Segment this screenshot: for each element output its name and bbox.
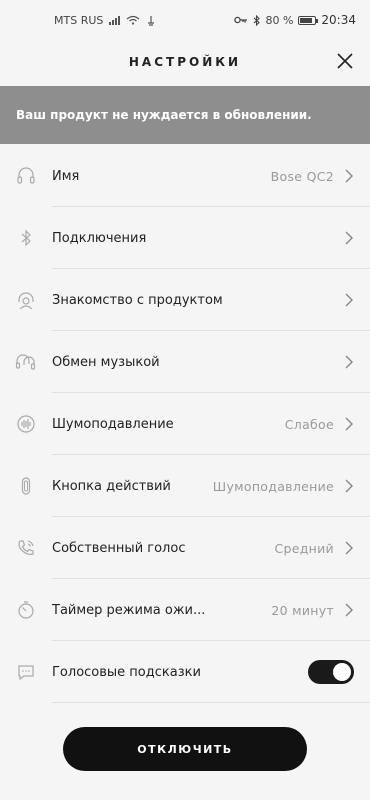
settings-item-label: Собственный голос: [52, 540, 186, 556]
settings-item-value: Bose QC2: [270, 168, 334, 184]
settings-item-label: Голосовые подсказки: [52, 664, 201, 680]
action-button-icon: [15, 475, 37, 497]
header: НАСТРОЙКИ: [0, 40, 370, 84]
settings-list: Имя Bose QC2 Подключения Знакомство с пр…: [0, 145, 370, 703]
chevron-right-icon: [345, 169, 353, 183]
toggle-knob: [333, 663, 351, 681]
settings-item-own-voice[interactable]: Собственный голос Средний: [0, 517, 370, 579]
status-left: MTS RUS: [54, 14, 156, 27]
chevron-right-icon: [345, 479, 353, 493]
update-status-banner: Ваш продукт не нуждается в обновлении.: [0, 86, 370, 144]
settings-item-product-tour[interactable]: Знакомство с продуктом: [0, 269, 370, 331]
chat-bubble-icon: [15, 661, 37, 683]
settings-item-name[interactable]: Имя Bose QC2: [0, 145, 370, 207]
location-icon: [148, 15, 155, 26]
timer-icon: [15, 599, 37, 621]
headset-person-icon: [15, 289, 37, 311]
update-status-text: Ваш продукт не нуждается в обновлении.: [16, 108, 312, 122]
settings-item-value: 20 минут: [271, 602, 334, 618]
battery-icon: [298, 15, 319, 25]
close-icon[interactable]: [334, 50, 356, 72]
headphones-icon: [15, 165, 37, 187]
settings-item-label: Знакомство с продуктом: [52, 292, 223, 308]
settings-item-value: Шумоподавление: [212, 478, 334, 494]
settings-item-noise-cancellation[interactable]: Шумоподавление Слабое: [0, 393, 370, 455]
chevron-right-icon: [345, 293, 353, 307]
chevron-right-icon: [345, 603, 353, 617]
chevron-right-icon: [345, 231, 353, 245]
settings-item-label: Обмен музыкой: [52, 354, 160, 370]
key-icon: [234, 16, 248, 24]
bluetooth-status-icon: [254, 14, 261, 26]
clock: 20:34: [321, 13, 356, 27]
divider: [52, 702, 370, 703]
voice-prompts-toggle[interactable]: [308, 660, 354, 684]
music-share-icon: [15, 351, 37, 373]
settings-item-value: Средний: [274, 540, 334, 556]
status-right: 80 % 20:34: [234, 13, 356, 27]
settings-item-music-share[interactable]: Обмен музыкой: [0, 331, 370, 393]
bluetooth-icon: [15, 227, 37, 249]
wifi-icon: [126, 15, 140, 25]
chevron-right-icon: [345, 417, 353, 431]
settings-item-label: Имя: [52, 168, 80, 184]
settings-item-label: Шумоподавление: [52, 416, 174, 432]
settings-item-value: Слабое: [284, 416, 334, 432]
settings-item-label: Таймер режима ожи...: [52, 602, 206, 618]
battery-percent: 80 %: [265, 13, 294, 27]
noise-cancel-icon: [15, 413, 37, 435]
settings-item-label: Кнопка действий: [52, 478, 171, 494]
settings-item-action-button[interactable]: Кнопка действий Шумоподавление: [0, 455, 370, 517]
settings-item-voice-prompts: Голосовые подсказки: [0, 641, 370, 703]
chevron-right-icon: [345, 541, 353, 555]
page-title: НАСТРОЙКИ: [128, 55, 242, 69]
status-bar: MTS RUS 80 % 20:34: [0, 0, 370, 40]
chevron-right-icon: [345, 355, 353, 369]
settings-item-label: Подключения: [52, 230, 147, 246]
signal-icon: [109, 15, 121, 25]
disconnect-button[interactable]: ОТКЛЮЧИТЬ: [63, 727, 307, 771]
settings-item-connections[interactable]: Подключения: [0, 207, 370, 269]
carrier-label: MTS RUS: [54, 13, 104, 27]
settings-item-standby-timer[interactable]: Таймер режима ожи... 20 минут: [0, 579, 370, 641]
phone-voice-icon: [15, 537, 37, 559]
